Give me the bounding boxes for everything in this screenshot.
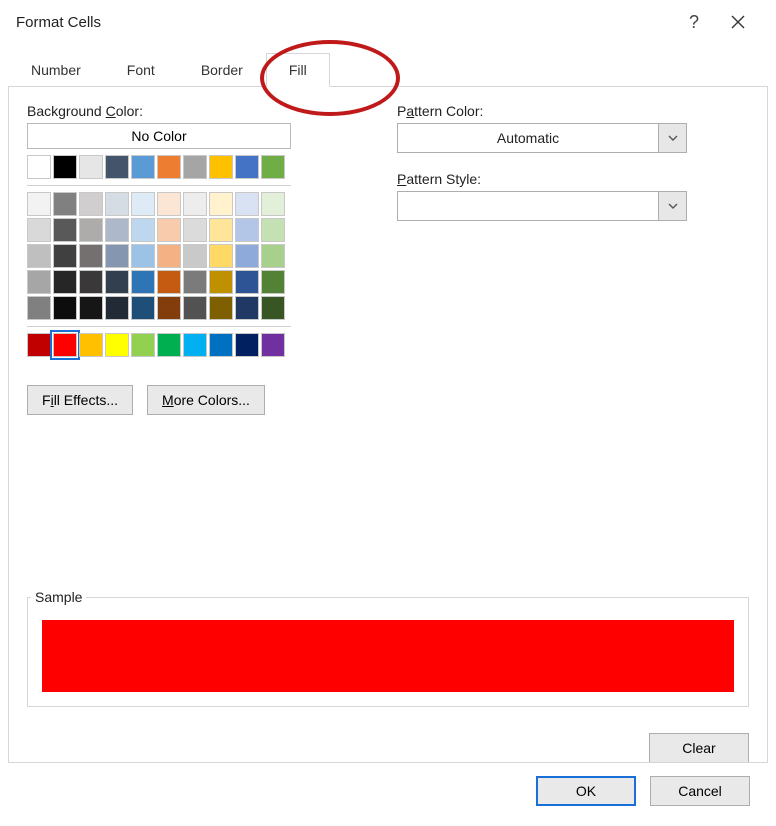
color-swatch[interactable] bbox=[261, 218, 285, 242]
color-swatch[interactable] bbox=[235, 333, 259, 357]
sample-swatch bbox=[42, 620, 734, 692]
color-swatch[interactable] bbox=[53, 244, 77, 268]
color-swatch[interactable] bbox=[27, 192, 51, 216]
help-icon: ? bbox=[689, 12, 699, 33]
color-swatch[interactable] bbox=[131, 270, 155, 294]
color-swatch[interactable] bbox=[209, 192, 233, 216]
color-swatch[interactable] bbox=[183, 296, 207, 320]
color-swatch[interactable] bbox=[53, 270, 77, 294]
color-swatch[interactable] bbox=[105, 333, 129, 357]
color-swatch[interactable] bbox=[27, 244, 51, 268]
color-swatch[interactable] bbox=[53, 218, 77, 242]
color-swatch[interactable] bbox=[209, 333, 233, 357]
tab-border[interactable]: Border bbox=[178, 53, 266, 87]
color-swatch[interactable] bbox=[53, 333, 77, 357]
pattern-color-select[interactable]: Automatic bbox=[397, 123, 687, 153]
color-swatch[interactable] bbox=[105, 244, 129, 268]
color-swatch[interactable] bbox=[261, 333, 285, 357]
color-swatch[interactable] bbox=[157, 244, 181, 268]
color-swatch[interactable] bbox=[79, 244, 103, 268]
color-swatch[interactable] bbox=[261, 155, 285, 179]
close-icon bbox=[731, 15, 745, 29]
color-swatch[interactable] bbox=[261, 270, 285, 294]
color-swatch[interactable] bbox=[183, 192, 207, 216]
color-swatch[interactable] bbox=[27, 155, 51, 179]
close-button[interactable] bbox=[716, 0, 760, 44]
more-colors-button[interactable]: More Colors... bbox=[147, 385, 265, 415]
color-swatch[interactable] bbox=[261, 244, 285, 268]
color-swatch[interactable] bbox=[209, 244, 233, 268]
chevron-down-icon bbox=[658, 124, 686, 152]
color-swatch[interactable] bbox=[105, 296, 129, 320]
color-swatch[interactable] bbox=[157, 155, 181, 179]
color-swatch[interactable] bbox=[53, 192, 77, 216]
help-button[interactable]: ? bbox=[672, 0, 716, 44]
color-swatch[interactable] bbox=[53, 296, 77, 320]
color-swatch[interactable] bbox=[235, 244, 259, 268]
chevron-down-icon bbox=[658, 192, 686, 220]
color-swatch[interactable] bbox=[131, 218, 155, 242]
color-swatch[interactable] bbox=[131, 244, 155, 268]
tab-font[interactable]: Font bbox=[104, 53, 178, 87]
color-swatch[interactable] bbox=[105, 270, 129, 294]
color-swatch[interactable] bbox=[53, 155, 77, 179]
background-color-label: Background Color: bbox=[27, 103, 357, 119]
tab-fill[interactable]: Fill bbox=[266, 53, 330, 87]
dialog-title: Format Cells bbox=[16, 14, 672, 31]
color-swatch[interactable] bbox=[209, 296, 233, 320]
color-swatch[interactable] bbox=[157, 192, 181, 216]
no-color-button[interactable]: No Color bbox=[27, 123, 291, 149]
color-swatch[interactable] bbox=[27, 218, 51, 242]
color-swatch[interactable] bbox=[235, 218, 259, 242]
color-swatch[interactable] bbox=[131, 296, 155, 320]
color-swatch[interactable] bbox=[209, 218, 233, 242]
color-swatch[interactable] bbox=[27, 296, 51, 320]
sample-label: Sample bbox=[31, 589, 86, 605]
color-swatch[interactable] bbox=[131, 333, 155, 357]
color-swatch[interactable] bbox=[209, 155, 233, 179]
color-swatch[interactable] bbox=[183, 244, 207, 268]
color-swatch[interactable] bbox=[235, 155, 259, 179]
color-swatch[interactable] bbox=[27, 333, 51, 357]
color-swatch[interactable] bbox=[183, 333, 207, 357]
color-swatch[interactable] bbox=[235, 296, 259, 320]
color-swatch[interactable] bbox=[79, 218, 103, 242]
color-swatch[interactable] bbox=[183, 218, 207, 242]
ok-button[interactable]: OK bbox=[536, 776, 636, 806]
pattern-style-select[interactable] bbox=[397, 191, 687, 221]
color-swatch[interactable] bbox=[79, 270, 103, 294]
color-swatch[interactable] bbox=[27, 270, 51, 294]
tab-number[interactable]: Number bbox=[8, 53, 104, 87]
color-swatch[interactable] bbox=[209, 270, 233, 294]
color-swatch[interactable] bbox=[235, 192, 259, 216]
color-swatch[interactable] bbox=[105, 155, 129, 179]
sample-box bbox=[27, 597, 749, 707]
color-swatch[interactable] bbox=[183, 270, 207, 294]
color-swatch[interactable] bbox=[157, 296, 181, 320]
color-swatch[interactable] bbox=[79, 333, 103, 357]
cancel-button[interactable]: Cancel bbox=[650, 776, 750, 806]
fill-effects-button[interactable]: Fill Effects... bbox=[27, 385, 133, 415]
color-swatch[interactable] bbox=[261, 192, 285, 216]
color-swatch[interactable] bbox=[79, 296, 103, 320]
color-swatch[interactable] bbox=[131, 155, 155, 179]
color-palette bbox=[27, 155, 291, 357]
clear-button[interactable]: Clear bbox=[649, 733, 749, 763]
color-swatch[interactable] bbox=[79, 192, 103, 216]
fill-panel: Background Color: No Color Fill Effects.… bbox=[8, 87, 768, 778]
color-swatch[interactable] bbox=[131, 192, 155, 216]
color-swatch[interactable] bbox=[79, 155, 103, 179]
color-swatch[interactable] bbox=[261, 296, 285, 320]
color-swatch[interactable] bbox=[157, 270, 181, 294]
color-swatch[interactable] bbox=[157, 333, 181, 357]
color-swatch[interactable] bbox=[105, 218, 129, 242]
pattern-color-label: Pattern Color: bbox=[397, 103, 749, 119]
color-swatch[interactable] bbox=[157, 218, 181, 242]
color-swatch[interactable] bbox=[235, 270, 259, 294]
pattern-style-label: Pattern Style: bbox=[397, 171, 749, 187]
tab-bar: Number Font Border Fill bbox=[8, 52, 768, 87]
color-swatch[interactable] bbox=[105, 192, 129, 216]
color-swatch[interactable] bbox=[183, 155, 207, 179]
